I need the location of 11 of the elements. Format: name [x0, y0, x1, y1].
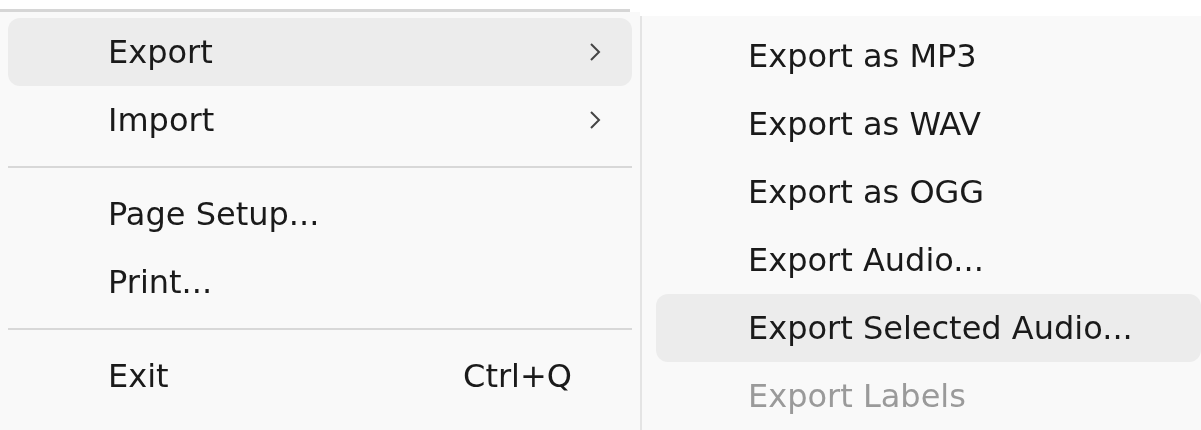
shortcut-text: Ctrl+Q — [463, 357, 572, 395]
menu-item[interactable]: Exit Ctrl+Q — [8, 342, 632, 410]
menu-item[interactable]: Import — [8, 86, 632, 154]
menu-item[interactable]: Print... — [8, 248, 632, 316]
submenu-item[interactable]: Export Selected Audio... — [656, 294, 1201, 362]
submenu-item[interactable]: Export as WAV — [656, 90, 1201, 158]
submenu-item[interactable]: Export Audio... — [656, 226, 1201, 294]
menu-item[interactable]: Export — [8, 18, 632, 86]
submenu-item[interactable]: Export as MP3 — [656, 22, 1201, 90]
submenu-item[interactable]: Export as OGG — [656, 158, 1201, 226]
menu-item[interactable]: Page Setup... — [8, 180, 632, 248]
